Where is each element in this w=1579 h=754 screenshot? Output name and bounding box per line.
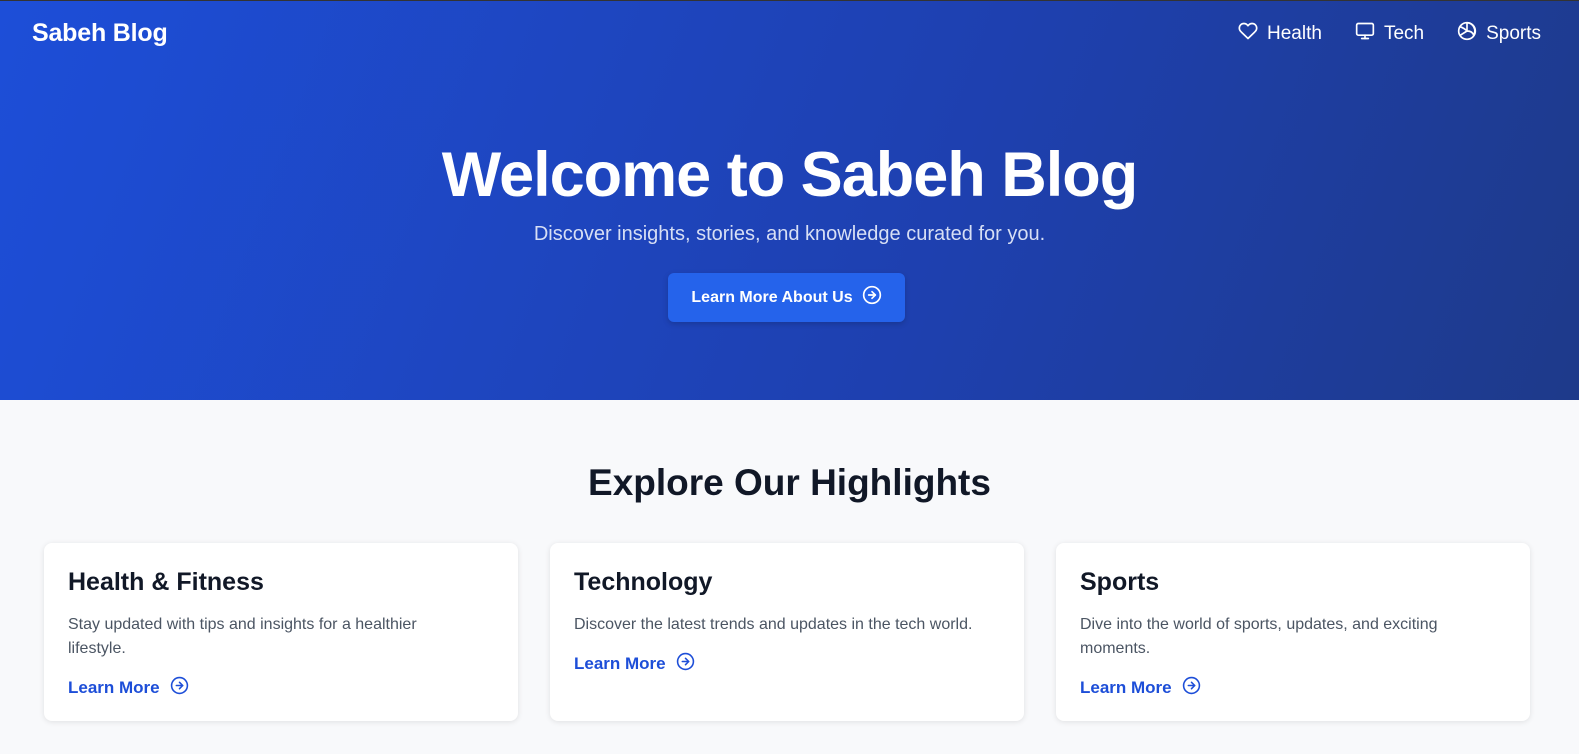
- card-health: Health & Fitness Stay updated with tips …: [44, 543, 518, 721]
- nav-item-sports[interactable]: Sports: [1457, 21, 1541, 47]
- learn-more-link[interactable]: Learn More: [574, 652, 1000, 676]
- hero-title: Welcome to Sabeh Blog: [441, 140, 1138, 210]
- card-technology: Technology Discover the latest trends an…: [550, 543, 1024, 721]
- card-title: Health & Fitness: [68, 568, 264, 596]
- nav-label: Sports: [1486, 23, 1541, 44]
- arrow-right-circle-icon: [170, 676, 189, 700]
- arrow-right-circle-icon: [676, 652, 695, 676]
- highlights-title: Explore Our Highlights: [588, 462, 991, 503]
- link-label: Learn More: [574, 654, 666, 673]
- link-label: Learn More: [1080, 678, 1172, 697]
- learn-more-link[interactable]: Learn More: [1080, 676, 1506, 700]
- arrow-right-circle-icon: [862, 285, 882, 310]
- monitor-icon: [1355, 21, 1375, 47]
- main-nav: Health Tech Sports: [1238, 21, 1541, 47]
- nav-item-health[interactable]: Health: [1238, 21, 1322, 47]
- nav-item-tech[interactable]: Tech: [1355, 21, 1424, 47]
- hero-subtitle: Discover insights, stories, and knowledg…: [533, 223, 1046, 245]
- learn-more-link[interactable]: Learn More: [68, 676, 494, 700]
- card-text: Stay updated with tips and insights for …: [68, 616, 417, 657]
- card-text: Dive into the world of sports, updates, …: [1080, 616, 1438, 657]
- card-title: Sports: [1080, 568, 1160, 596]
- arrow-right-circle-icon: [1182, 676, 1201, 700]
- nav-label: Tech: [1383, 23, 1425, 44]
- link-label: Learn More: [68, 678, 160, 697]
- card-text: Discover the latest trends and updates i…: [574, 616, 973, 633]
- learn-more-about-us-button[interactable]: Learn More About Us: [668, 273, 905, 322]
- hero-section: Sabeh Blog Health Tech Sports Welcome to…: [0, 0, 1579, 400]
- card-sports: Sports Dive into the world of sports, up…: [1056, 543, 1530, 721]
- heart-icon: [1238, 21, 1258, 47]
- volleyball-icon: [1457, 21, 1477, 47]
- card-title: Technology: [574, 568, 713, 596]
- button-label: Learn More About Us: [691, 288, 853, 306]
- brand-logo[interactable]: Sabeh Blog: [32, 19, 168, 48]
- nav-label: Health: [1267, 23, 1322, 44]
